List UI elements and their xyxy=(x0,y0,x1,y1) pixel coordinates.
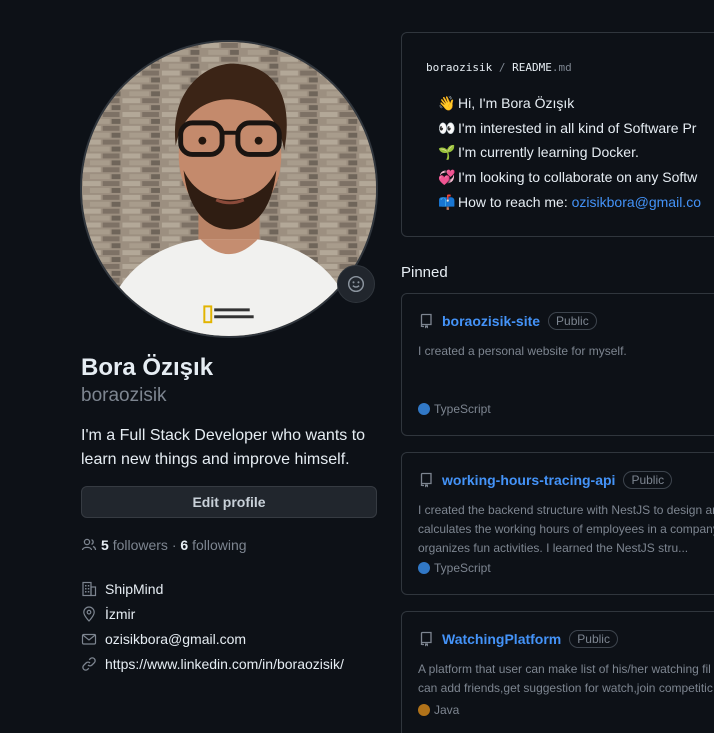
readme-email-link[interactable]: ozisikbora@gmail.co xyxy=(572,194,701,210)
email-link[interactable]: ozisikbora@gmail.com xyxy=(105,631,246,647)
repo-description-line: A platform that user can make list of hi… xyxy=(418,662,711,676)
organization-icon xyxy=(81,581,97,597)
repo-description-line: I created a personal website for myself. xyxy=(418,344,627,358)
repo-name-link[interactable]: working-hours-tracing-api xyxy=(442,472,615,488)
following-label: following xyxy=(192,537,247,553)
readme-item-text: I'm currently learning Docker. xyxy=(458,144,639,161)
repo-description-line: calculates the working hours of employee… xyxy=(418,522,714,536)
language-name: TypeScript xyxy=(434,402,491,416)
pinned-repo-card: working-hours-tracing-api Public I creat… xyxy=(401,452,714,595)
repo-language: TypeScript xyxy=(418,402,491,416)
pinned-repo-card: WatchingPlatform Public A platform that … xyxy=(401,611,714,733)
repo-icon xyxy=(418,313,434,329)
language-color-dot xyxy=(418,562,430,574)
visibility-badge: Public xyxy=(548,312,597,330)
profile-bio: I'm a Full Stack Developer who wants to … xyxy=(81,427,366,468)
company-text: ShipMind xyxy=(105,580,164,597)
seedling-icon: 🌱 xyxy=(438,144,456,161)
readme-ext: .md xyxy=(551,61,572,74)
location-icon xyxy=(81,605,97,622)
readme-item: 👋Hi, I'm Bora Özışık xyxy=(438,95,714,120)
website-link[interactable]: https://www.linkedin.com/in/boraozisik/ xyxy=(105,656,344,672)
profile-readme: boraozisik / README.md 👋Hi, I'm Bora Özı… xyxy=(401,32,714,237)
pinned-heading: Pinned xyxy=(401,264,448,281)
language-name: TypeScript xyxy=(434,561,491,575)
mail-icon xyxy=(81,631,97,647)
repo-description: I created a personal website for myself. xyxy=(418,342,714,361)
readme-path: boraozisik / README.md xyxy=(426,61,572,74)
avatar-image xyxy=(82,42,376,336)
hearts-icon: 💞 xyxy=(438,169,456,186)
smiley-icon xyxy=(347,275,365,293)
repo-description: I created the backend structure with Nes… xyxy=(418,501,714,558)
people-icon xyxy=(81,537,97,553)
repo-description-line: can add friends,get suggestion for watch… xyxy=(418,681,713,695)
company-item: ShipMind xyxy=(81,576,344,601)
profile-username: boraozisik xyxy=(81,385,167,406)
visibility-badge: Public xyxy=(623,471,673,489)
language-color-dot xyxy=(418,403,430,415)
repo-description: A platform that user can make list of hi… xyxy=(418,660,714,698)
readme-item: 👀I'm interested in all kind of Software … xyxy=(438,120,714,145)
repo-description-line: organizes fun activities. I learned the … xyxy=(418,541,689,555)
avatar[interactable] xyxy=(80,40,378,338)
language-name: Java xyxy=(434,703,460,717)
mailbox-icon: 📫 xyxy=(438,193,456,210)
following-link[interactable]: 6 following xyxy=(180,537,246,553)
followers-label: followers xyxy=(112,537,168,553)
readme-item-text: How to reach me: xyxy=(458,193,572,210)
set-status-button[interactable] xyxy=(337,265,375,303)
readme-owner[interactable]: boraozisik xyxy=(426,61,492,74)
readme-item-text: I'm interested in all kind of Software P… xyxy=(458,119,697,136)
following-count: 6 xyxy=(180,537,189,553)
readme-item: 📫How to reach me: ozisikbora@gmail.co xyxy=(438,194,714,219)
follow-stats: 5 followers · 6 following xyxy=(81,537,247,553)
repo-icon xyxy=(418,631,434,647)
link-icon xyxy=(81,656,97,672)
readme-item: 💞I'm looking to collaborate on any Softw xyxy=(438,169,714,194)
repo-language: Java xyxy=(418,703,459,717)
readme-item-text: I'm looking to collaborate on any Softw xyxy=(458,169,698,186)
website-item: https://www.linkedin.com/in/boraozisik/ xyxy=(81,651,344,676)
readme-file[interactable]: README xyxy=(512,61,552,74)
language-color-dot xyxy=(418,704,430,716)
edit-profile-button[interactable]: Edit profile xyxy=(81,486,377,518)
repo-language: TypeScript xyxy=(418,561,491,575)
readme-list: 👋Hi, I'm Bora Özışık 👀I'm interested in … xyxy=(438,95,714,218)
pinned-repo-card: boraozisik-site Public I created a perso… xyxy=(401,293,714,436)
eyes-icon: 👀 xyxy=(438,119,456,136)
repo-description-line: I created the backend structure with Nes… xyxy=(418,503,714,517)
readme-item-text: Hi, I'm Bora Özışık xyxy=(458,95,575,111)
visibility-badge: Public xyxy=(569,630,618,648)
readme-path-separator: / xyxy=(498,61,506,74)
repo-name-link[interactable]: boraozisik-site xyxy=(442,313,540,329)
location-text: İzmir xyxy=(105,605,136,622)
profile-name: Bora Özışık xyxy=(81,354,214,381)
location-item: İzmir xyxy=(81,601,344,626)
email-item: ozisikbora@gmail.com xyxy=(81,626,344,651)
wave-icon: 👋 xyxy=(438,95,456,111)
followers-link[interactable]: 5 followers xyxy=(101,537,168,553)
readme-item: 🌱I'm currently learning Docker. xyxy=(438,144,714,169)
profile-details: ShipMind İzmir ozisikbora@gmail.com http… xyxy=(81,576,344,676)
followers-count: 5 xyxy=(101,537,109,553)
repo-icon xyxy=(418,472,434,488)
repo-name-link[interactable]: WatchingPlatform xyxy=(442,631,561,647)
